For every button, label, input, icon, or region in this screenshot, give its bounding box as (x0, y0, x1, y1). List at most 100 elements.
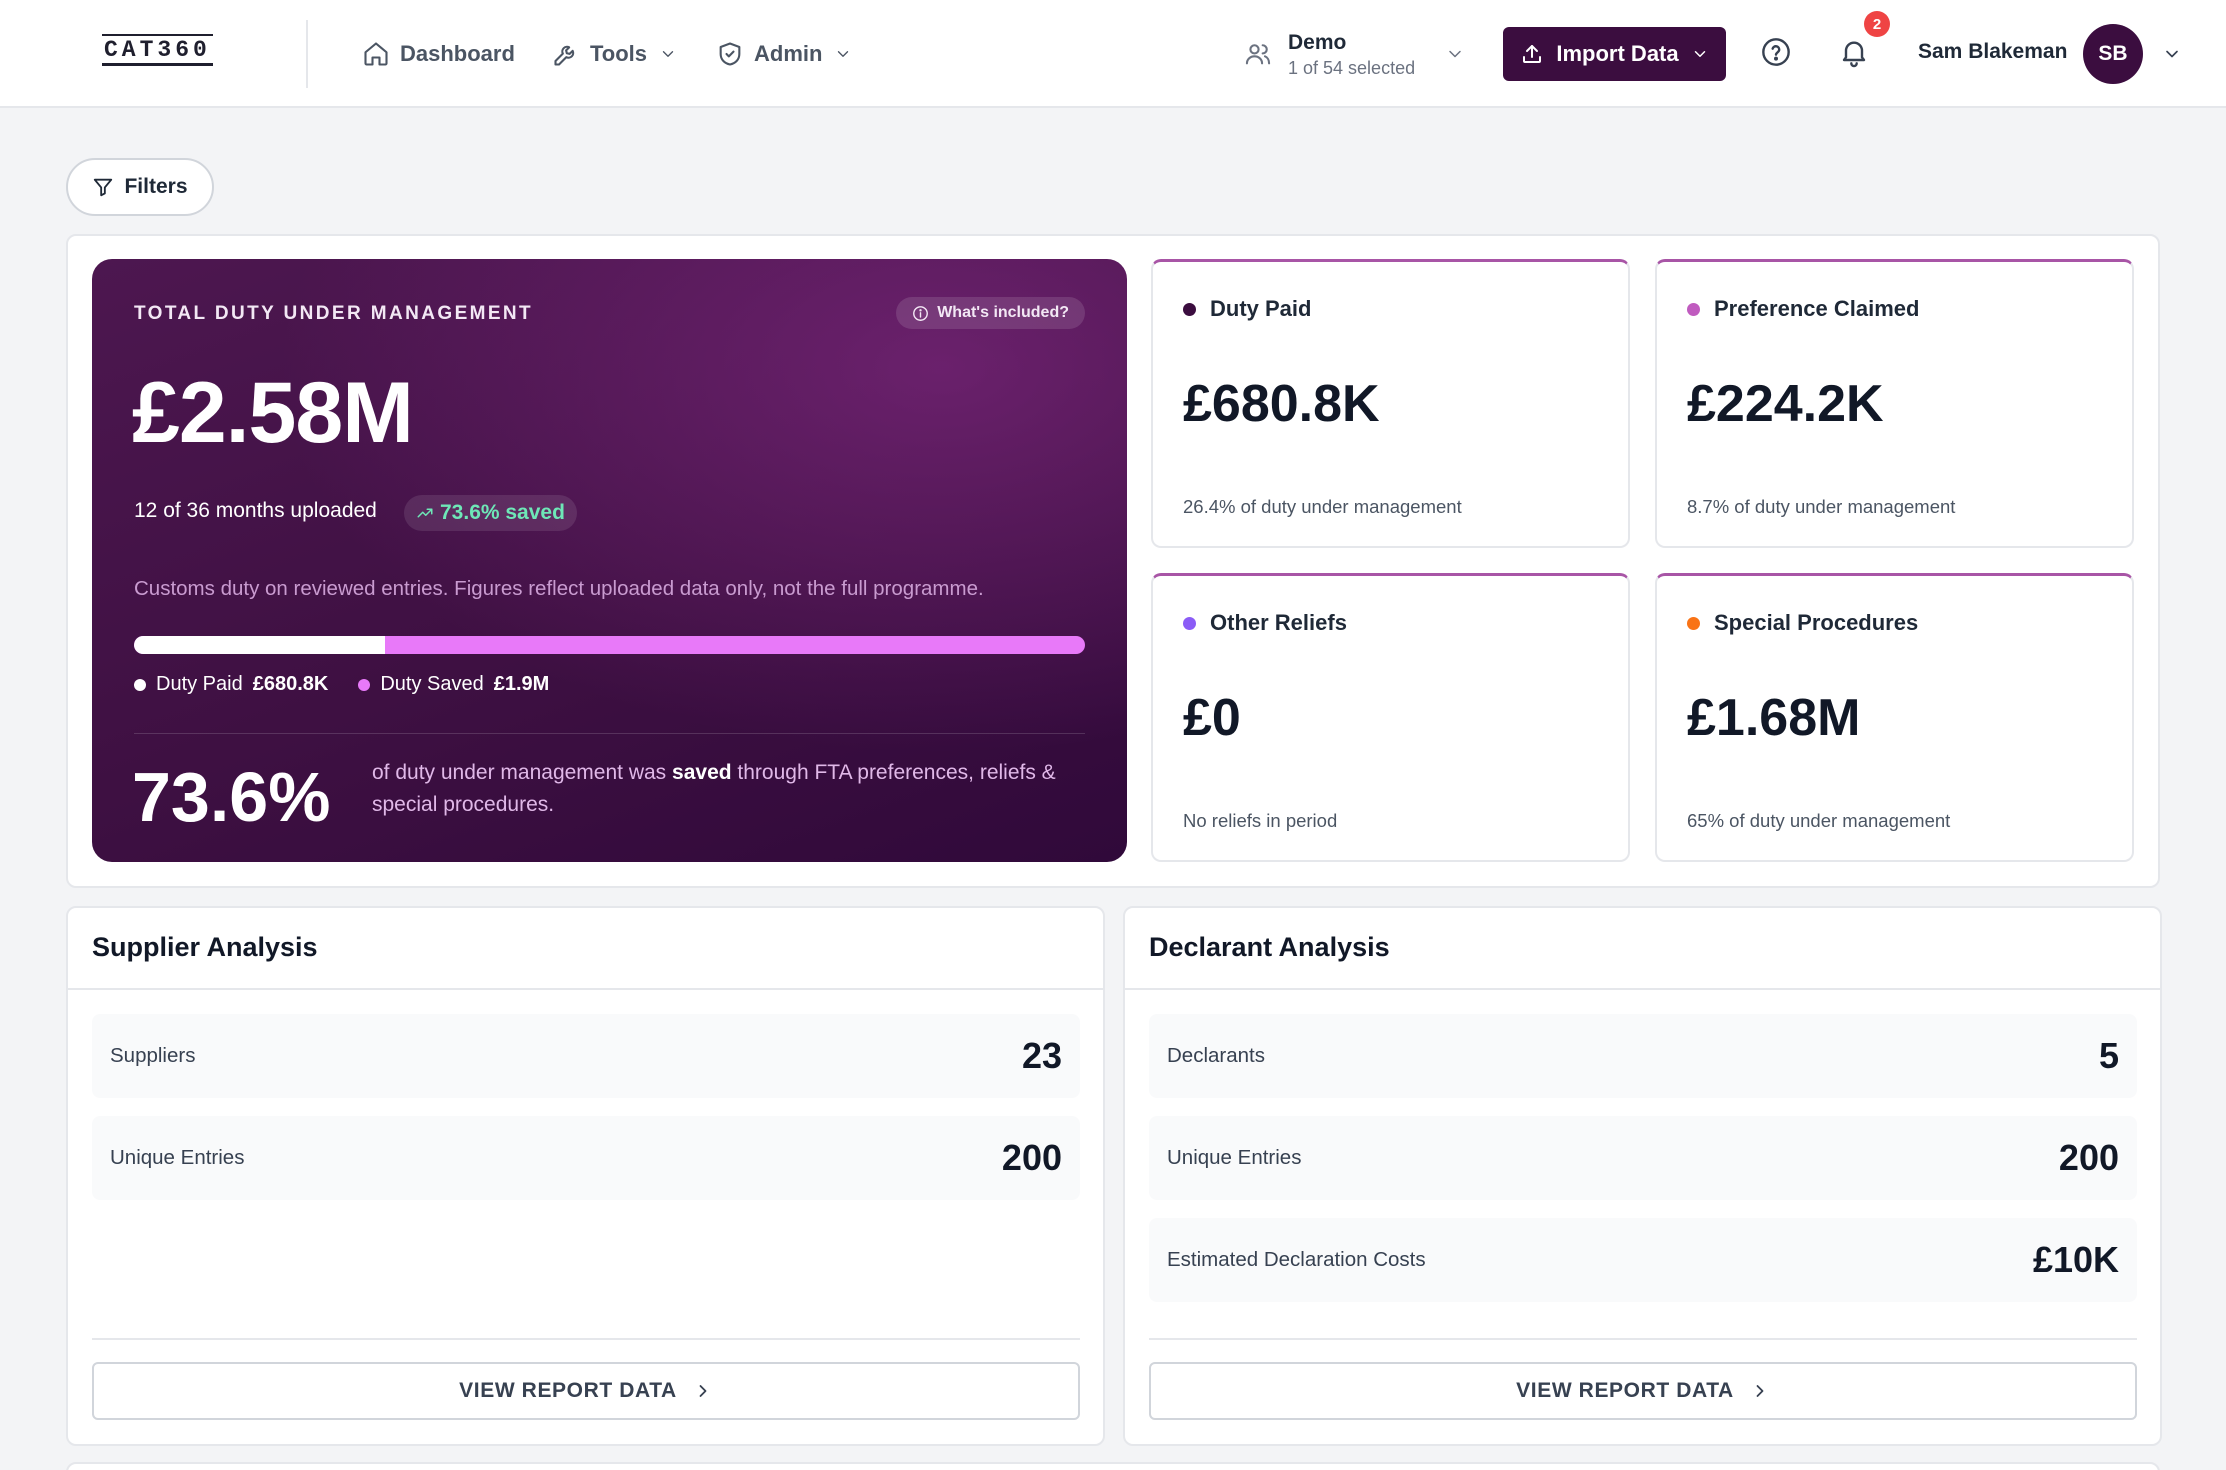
wrench-icon (554, 45, 575, 66)
legend-value: £1.9M (493, 673, 550, 695)
chevron-down-icon (1449, 50, 1461, 58)
stat-row-declaration-costs: Estimated Declaration Costs £10K (1149, 1218, 2137, 1302)
metric-title: Preference Claimed (1714, 296, 1920, 321)
chevron-right-icon (699, 1385, 707, 1397)
months-uploaded: 12 of 36 months uploaded (134, 499, 377, 522)
metric-dot (1687, 616, 1700, 630)
hero-divider (134, 733, 1085, 734)
saved-percentage: 73.6% (132, 758, 331, 836)
next-panel-edge (66, 1462, 2160, 1470)
legend-dot (134, 678, 146, 691)
saved-text-part: of duty under management was (372, 761, 667, 784)
metric-subtitle: 65% of duty under management (1687, 810, 1951, 831)
total-duty-value: £2.58M (132, 365, 414, 461)
nav-admin-label: Admin (754, 41, 823, 66)
metric-value: £0 (1183, 689, 1241, 747)
avatar[interactable]: SB (2083, 24, 2143, 84)
stat-label: Declarants (1167, 1044, 1265, 1067)
notifications-button[interactable] (1838, 36, 1874, 72)
metric-title: Duty Paid (1210, 296, 1312, 321)
chevron-down-icon (662, 51, 674, 57)
saved-percentage-text: of duty under management was saved throu… (372, 757, 1072, 821)
nav-admin[interactable]: Admin (716, 36, 852, 72)
nav-tools[interactable]: Tools (552, 36, 677, 72)
chevron-down-icon (1694, 51, 1705, 57)
stat-value: £10K (2032, 1239, 2119, 1280)
whats-included-button[interactable]: What's included? (896, 297, 1085, 329)
app-logo[interactable]: CAT360 (102, 34, 213, 66)
metric-title: Other Reliefs (1210, 610, 1347, 635)
saved-text-bold: saved (672, 761, 732, 784)
metric-dot (1687, 302, 1700, 316)
stat-label: Unique Entries (1167, 1146, 1302, 1169)
metric-card-preference-claimed: Preference Claimed £224.2K 8.7% of duty … (1655, 259, 2134, 548)
stat-label: Suppliers (110, 1044, 196, 1067)
metric-value: £1.68M (1687, 689, 1861, 747)
stat-row-declarants: Declarants 5 (1149, 1014, 2137, 1098)
import-data-button[interactable]: Import Data (1503, 27, 1726, 81)
home-icon (364, 42, 388, 66)
metric-dot (1183, 302, 1196, 316)
legend-duty-saved: Duty Saved £1.9M (358, 673, 549, 696)
user-menu-chevron-icon[interactable] (2162, 44, 2182, 64)
help-icon (1762, 38, 1790, 66)
users-icon (1245, 44, 1271, 65)
supplier-analysis-panel: Supplier Analysis Suppliers 23 Unique En… (66, 906, 1105, 1446)
workspace-selector[interactable]: Demo 1 of 54 selected (1244, 26, 1465, 82)
stat-row-unique-entries: Unique Entries 200 (1149, 1116, 2137, 1200)
notification-badge: 2 (1864, 11, 1890, 37)
total-duty-card: TOTAL DUTY UNDER MANAGEMENT What's inclu… (92, 259, 1127, 862)
filters-button[interactable]: Filters (66, 158, 214, 216)
top-navigation: CAT360 Dashboard Tools Admin Demo 1 of 5… (0, 0, 2226, 108)
nav-dashboard-label: Dashboard (400, 41, 515, 66)
legend-duty-paid: Duty Paid £680.8K (134, 673, 328, 696)
help-button[interactable] (1760, 36, 1796, 72)
duty-split-legend: Duty Paid £680.8K Duty Saved £1.9M (134, 673, 549, 696)
legend-label: Duty Saved (380, 673, 484, 695)
metric-card-other-reliefs: Other Reliefs £0 No reliefs in period (1151, 573, 1630, 862)
nav-dashboard[interactable]: Dashboard (362, 36, 515, 72)
nav-divider (306, 20, 308, 88)
panel-footer-divider (1149, 1338, 2137, 1340)
metric-value: £680.8K (1183, 375, 1380, 433)
shield-icon (719, 42, 741, 66)
total-duty-description: Customs duty on reviewed entries. Figure… (134, 577, 984, 600)
panel-footer-divider (92, 1338, 1080, 1340)
whats-included-label: What's included? (937, 304, 1069, 321)
metric-value: £224.2K (1687, 375, 1884, 433)
view-declarant-report-button[interactable]: VIEW REPORT DATA (1149, 1362, 2137, 1420)
filters-label: Filters (124, 175, 188, 198)
info-icon (913, 305, 929, 321)
stat-value: 200 (2058, 1137, 2119, 1178)
metric-title: Special Procedures (1714, 610, 1919, 635)
stat-label: Estimated Declaration Costs (1167, 1248, 1426, 1271)
legend-value: £680.8K (252, 673, 329, 695)
view-supplier-report-button[interactable]: VIEW REPORT DATA (92, 1362, 1080, 1420)
nav-tools-label: Tools (590, 41, 648, 66)
legend-label: Duty Paid (156, 673, 243, 695)
metric-subtitle: No reliefs in period (1183, 810, 1338, 831)
metric-dot (1183, 616, 1196, 630)
button-label: VIEW REPORT DATA (1516, 1379, 1734, 1402)
workspace-name: Demo (1288, 30, 1347, 54)
metric-card-special-procedures: Special Procedures £1.68M 65% of duty un… (1655, 573, 2134, 862)
stat-value: 23 (1021, 1035, 1062, 1076)
filter-icon (94, 178, 113, 197)
upload-icon (1523, 45, 1542, 63)
panel-title: Declarant Analysis (1149, 932, 1390, 962)
duty-split-bar (134, 636, 1085, 654)
panel-divider (68, 988, 1103, 990)
panel-title: Supplier Analysis (92, 932, 318, 962)
declarant-analysis-panel: Declarant Analysis Declarants 5 Unique E… (1123, 906, 2162, 1446)
metric-card-duty-paid: Duty Paid £680.8K 26.4% of duty under ma… (1151, 259, 1630, 548)
stat-row-unique-entries: Unique Entries 200 (92, 1116, 1080, 1200)
stat-value: 5 (2098, 1035, 2119, 1076)
user-name: Sam Blakeman (1918, 40, 2068, 63)
import-data-label: Import Data (1556, 41, 1679, 66)
bell-icon (1842, 41, 1866, 68)
panel-divider (1125, 988, 2160, 990)
trending-up-icon (417, 508, 433, 518)
legend-dot (358, 678, 371, 691)
saved-badge-label: 73.6% saved (440, 501, 565, 524)
duty-paid-segment (134, 636, 386, 654)
